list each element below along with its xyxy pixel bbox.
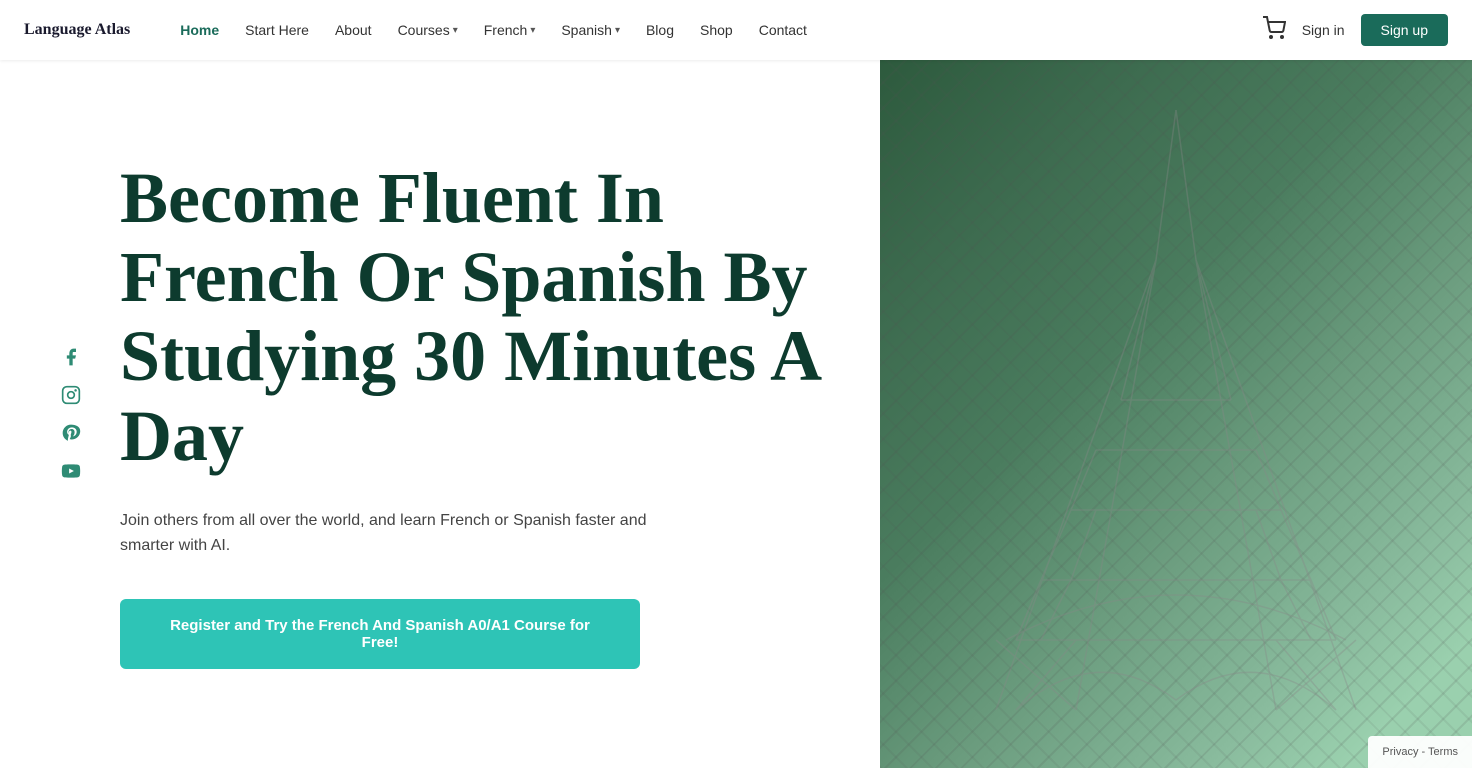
main-content: Become Fluent In French Or Spanish By St… [0,60,1472,768]
navbar: Language Atlas Home Start Here About Cou… [0,0,1472,60]
spanish-chevron-icon: ▾ [615,25,620,36]
nav-contact[interactable]: Contact [749,18,817,42]
nav-shop[interactable]: Shop [690,18,743,42]
nav-french[interactable]: French ▾ [474,18,546,42]
nav-spanish[interactable]: Spanish ▾ [551,18,630,42]
nav-start-here[interactable]: Start Here [235,18,319,42]
nav-home[interactable]: Home [170,18,229,42]
cart-button[interactable] [1262,16,1286,45]
nav-about[interactable]: About [325,18,382,42]
sign-in-link[interactable]: Sign in [1302,22,1345,38]
nav-links: Home Start Here About Courses ▾ French ▾… [170,18,1261,42]
sign-up-button[interactable]: Sign up [1361,14,1448,46]
youtube-icon[interactable] [60,460,82,482]
instagram-icon[interactable] [60,384,82,406]
social-sidebar [60,346,82,482]
hero-section: Become Fluent In French Or Spanish By St… [0,60,880,768]
eiffel-tower-svg [880,60,1472,768]
cookie-text: Privacy - Terms [1382,746,1458,758]
nav-courses[interactable]: Courses ▾ [388,18,468,42]
facebook-icon[interactable] [60,346,82,368]
hero-subtitle: Join others from all over the world, and… [120,508,700,559]
brand-name[interactable]: Language Atlas [24,21,130,39]
cta-button[interactable]: Register and Try the French And Spanish … [120,599,640,669]
nav-blog[interactable]: Blog [636,18,684,42]
hero-title: Become Fluent In French Or Spanish By St… [120,159,820,476]
nav-right: Sign in Sign up [1262,14,1448,46]
pinterest-icon[interactable] [60,422,82,444]
hero-image [880,60,1472,768]
cookie-notice: Privacy - Terms [1368,736,1472,768]
french-chevron-icon: ▾ [530,25,535,36]
courses-chevron-icon: ▾ [453,25,458,36]
